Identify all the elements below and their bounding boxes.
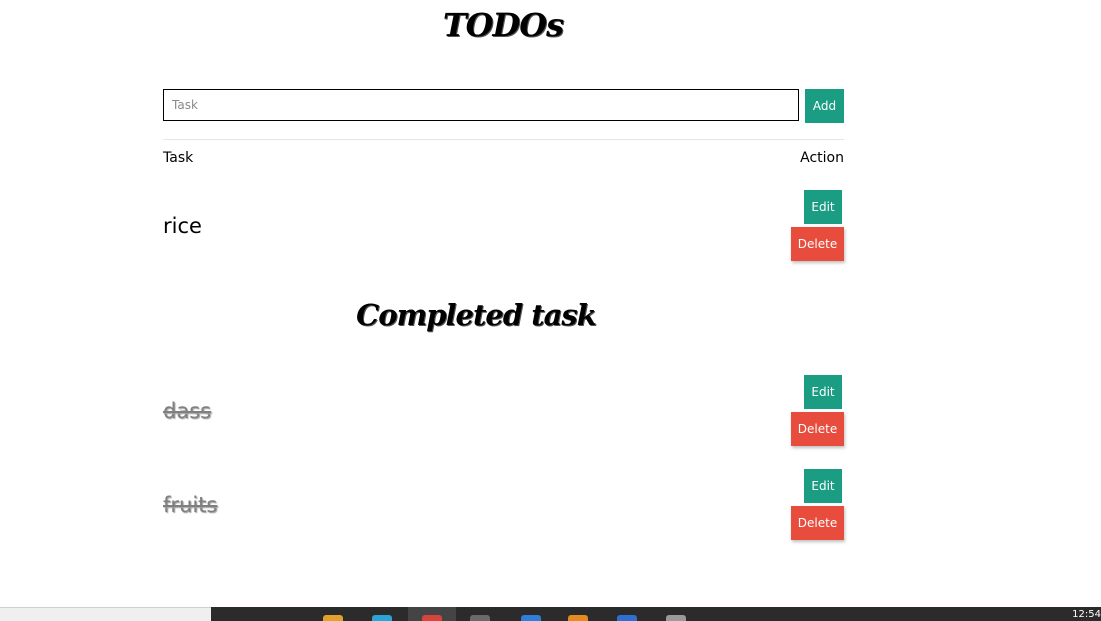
app-icon[interactable] — [568, 615, 588, 621]
completed-task-text: dass — [163, 399, 212, 423]
completed-heading: Completed task — [356, 298, 597, 332]
word-icon[interactable] — [617, 615, 637, 621]
delete-button[interactable]: Delete — [791, 412, 844, 446]
edit-button[interactable]: Edit — [804, 469, 842, 503]
edit-button[interactable]: Edit — [804, 190, 842, 224]
column-header-task: Task — [163, 150, 194, 166]
page-title: TODOs — [442, 6, 564, 44]
add-button[interactable]: Add — [805, 89, 844, 123]
column-header-action: Action — [800, 150, 844, 166]
task-input[interactable] — [163, 89, 799, 121]
chrome-icon[interactable] — [422, 615, 442, 621]
vscode-icon[interactable] — [521, 615, 541, 621]
edit-button[interactable]: Edit — [804, 375, 842, 409]
taskbar-apps: 12:54 — [211, 607, 1101, 621]
taskbar-search-area[interactable] — [0, 607, 211, 621]
delete-button[interactable]: Delete — [791, 227, 844, 261]
task-text: rice — [163, 214, 202, 238]
os-taskbar: 12:54 — [0, 607, 1101, 621]
app-icon[interactable] — [666, 615, 686, 621]
todo-page: TODOs Add Task Action rice Edit Delete C… — [0, 0, 1101, 621]
completed-task-text: fruits — [163, 493, 218, 517]
taskbar-clock[interactable]: 12:54 — [1072, 609, 1101, 620]
delete-button[interactable]: Delete — [791, 506, 844, 540]
folder-icon[interactable] — [323, 615, 343, 621]
edge-icon[interactable] — [372, 615, 392, 621]
app-icon[interactable] — [470, 615, 490, 621]
table-divider — [163, 139, 844, 140]
